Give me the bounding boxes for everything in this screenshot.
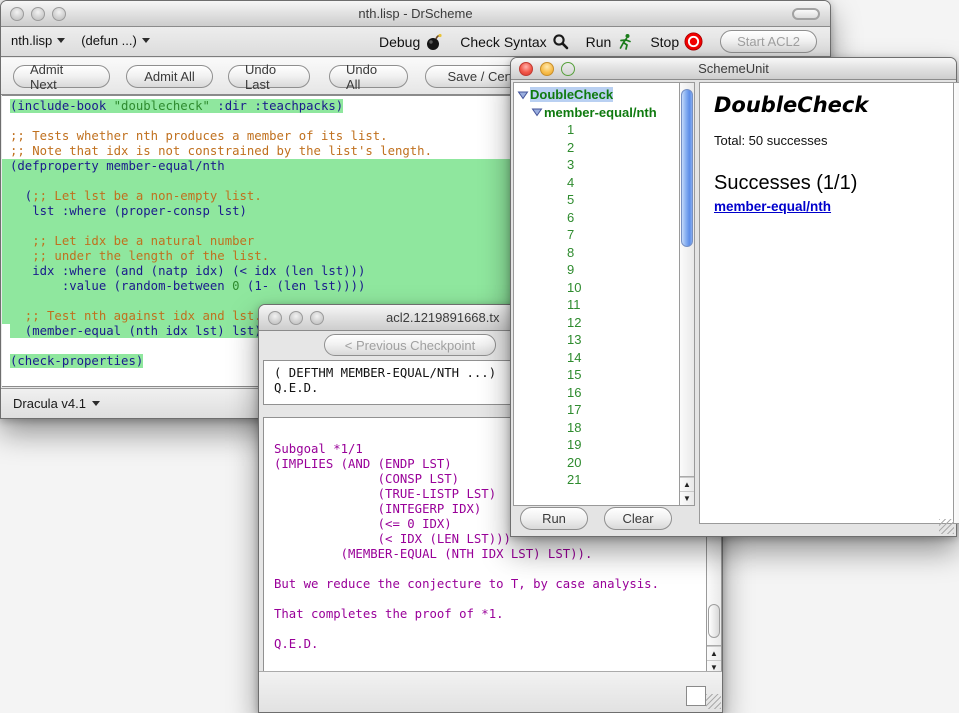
close-button[interactable] [268,311,282,325]
defun-menu-label: (defun ...) [81,33,137,48]
chevron-down-icon [57,38,65,43]
member-equal-nth-link[interactable]: member-equal/nth [714,199,831,214]
debug-button[interactable]: Debug [379,33,443,51]
tree-case-item[interactable]: 20 [514,454,679,472]
chevron-down-icon [142,38,150,43]
tree-case-item[interactable]: 1 [514,121,679,139]
tree-case-item[interactable]: 18 [514,419,679,437]
resize-grip[interactable] [706,694,721,709]
tree-scrollbar[interactable]: ▲ ▼ [679,82,695,506]
schemeunit-titlebar[interactable]: SchemeUnit [511,58,956,80]
tree-case-item[interactable]: 12 [514,314,679,332]
defun-menu[interactable]: (defun ...) [81,33,150,48]
previous-checkpoint-button[interactable]: < Previous Checkpoint [324,334,496,356]
window-title: acl2.1219891668.tx [386,310,499,325]
tree-case-item[interactable]: 13 [514,331,679,349]
run-tests-button[interactable]: Run [520,507,588,530]
tree-child-label: member-equal/nth [544,105,657,120]
scrollbar-thumb[interactable] [708,604,720,638]
scroll-down-arrow[interactable]: ▼ [680,491,694,505]
undo-all-button[interactable]: Undo All [329,65,408,88]
tree-root-label: DoubleCheck [530,87,613,102]
proof-line [274,592,696,607]
tree-case-item[interactable]: 4 [514,174,679,192]
schemeunit-window: SchemeUnit DoubleCheck member-equal/nth … [510,57,957,537]
acl2-bottom-bar [259,671,722,712]
tree-case-item[interactable]: 21 [514,471,679,489]
lock-checkbox[interactable] [686,686,706,706]
admit-all-button[interactable]: Admit All [126,65,213,88]
run-button[interactable]: Run [586,33,634,51]
results-heading: DoubleCheck [714,93,939,117]
resize-grip[interactable] [939,519,954,534]
tree-case-item[interactable]: 10 [514,279,679,297]
check-syntax-button[interactable]: Check Syntax [460,33,568,50]
drscheme-toolbar: nth.lisp (defun ...) Debug Check Syntax [1,27,830,57]
tree-case-item[interactable]: 7 [514,226,679,244]
tree-case-item[interactable]: 9 [514,261,679,279]
tree-case-item[interactable]: 17 [514,401,679,419]
proof-line: But we reduce the conjecture to T, by ca… [274,577,696,592]
test-tree[interactable]: DoubleCheck member-equal/nth 12345678910… [513,82,679,506]
total-successes-text: Total: 50 successes [714,133,939,148]
stop-button[interactable]: Stop [650,32,703,51]
toolbar-toggle-button[interactable] [792,8,820,20]
stop-icon [684,32,703,51]
scroll-up-arrow[interactable]: ▲ [680,477,694,491]
scroll-up-arrow[interactable]: ▲ [707,646,721,660]
bomb-icon [425,33,443,51]
disclosure-triangle-icon[interactable] [531,106,543,118]
run-label: Run [586,34,612,50]
proof-line: (MEMBER-EQUAL (NTH IDX LST) LST)). [274,547,696,562]
results-scrollbar[interactable] [954,82,959,524]
proof-line: That completes the proof of *1. [274,607,696,622]
tree-case-item[interactable]: 6 [514,209,679,227]
tree-case-item[interactable]: 2 [514,139,679,157]
proof-line: Q.E.D. [274,637,696,652]
filename-menu[interactable]: nth.lisp [11,33,65,48]
tree-case-item[interactable]: 16 [514,384,679,402]
tree-case-item[interactable]: 15 [514,366,679,384]
tree-case-item[interactable]: 5 [514,191,679,209]
undo-last-button[interactable]: Undo Last [228,65,310,88]
minimize-button[interactable] [289,311,303,325]
dracula-version-menu[interactable]: Dracula v4.1 [13,396,86,411]
check-syntax-label: Check Syntax [460,34,546,50]
successes-heading: Successes (1/1) [714,172,939,195]
tree-case-item[interactable]: 3 [514,156,679,174]
start-acl2-button[interactable]: Start ACL2 [720,30,817,53]
tree-case-item[interactable]: 8 [514,244,679,262]
tree-case-item[interactable]: 14 [514,349,679,367]
zoom-button[interactable] [310,311,324,325]
magnifier-icon [552,33,569,50]
runner-icon [616,33,633,51]
clear-button[interactable]: Clear [604,507,672,530]
tree-item-doublecheck[interactable]: DoubleCheck [514,86,679,104]
schemeunit-button-row: Run Clear [511,504,956,536]
stop-label: Stop [650,34,679,50]
proof-line [274,622,696,637]
results-panel: DoubleCheck Total: 50 successes Successe… [699,82,954,524]
tree-case-item[interactable]: 19 [514,436,679,454]
scrollbar-thumb[interactable] [681,89,693,247]
tree-case-item[interactable]: 11 [514,296,679,314]
tree-item-member-equal-nth[interactable]: member-equal/nth [514,104,679,122]
drscheme-titlebar[interactable]: nth.lisp - DrScheme [1,1,830,27]
debug-label: Debug [379,34,420,50]
proof-line [274,562,696,577]
disclosure-triangle-icon[interactable] [517,89,529,101]
window-title: SchemeUnit [511,61,956,76]
filename-menu-label: nth.lisp [11,33,52,48]
chevron-down-icon [92,401,100,406]
window-title: nth.lisp - DrScheme [1,6,830,21]
admit-next-button[interactable]: Admit Next [13,65,110,88]
